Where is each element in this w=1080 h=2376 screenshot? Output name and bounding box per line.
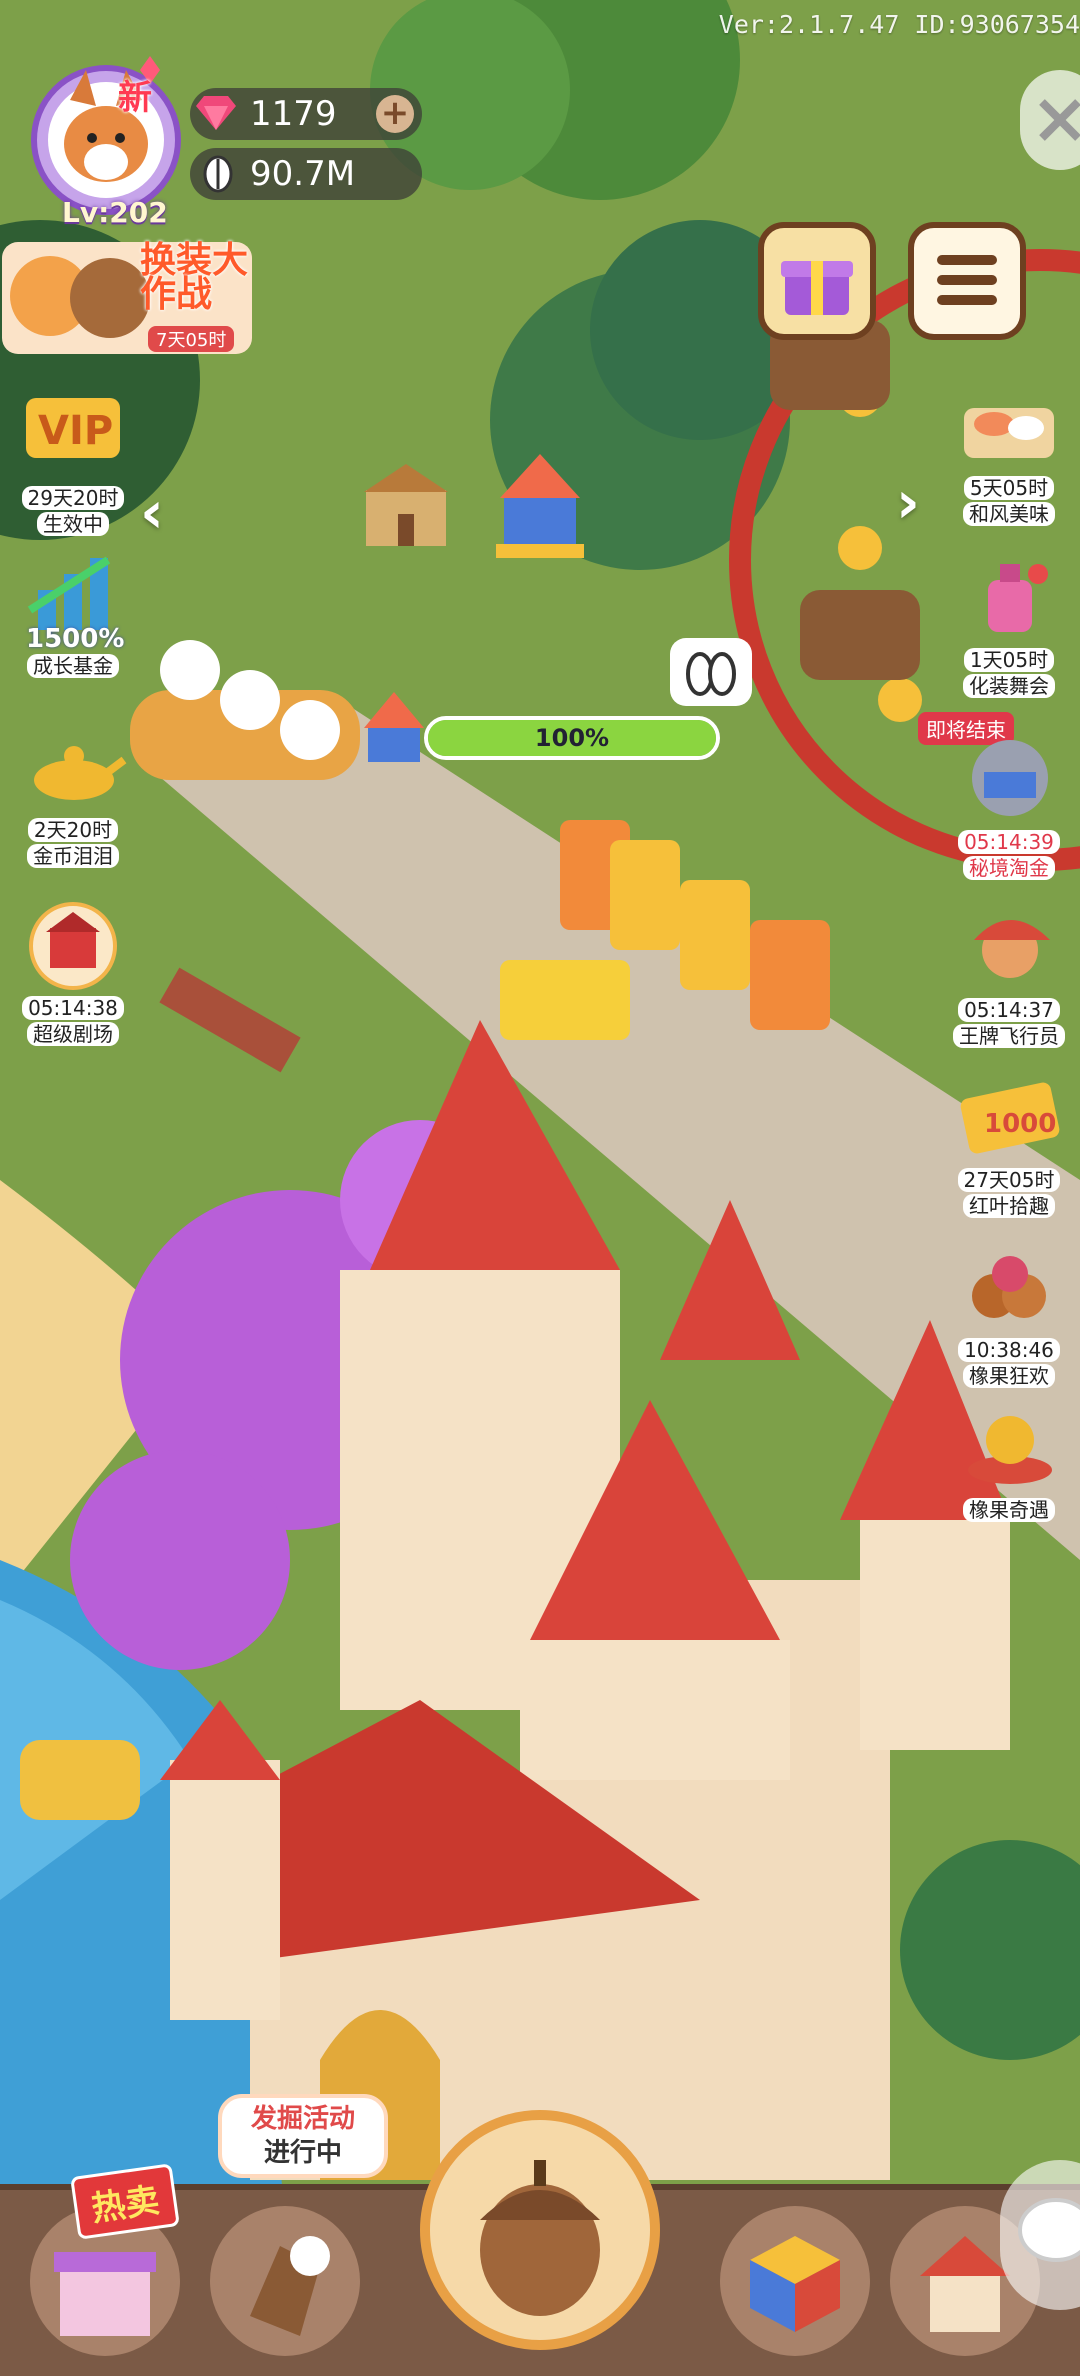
dig-button[interactable] xyxy=(210,2206,360,2356)
sushi-icon xyxy=(964,408,1054,458)
close-button[interactable] xyxy=(1020,70,1080,170)
treasure-cart-icon xyxy=(972,740,1048,816)
side-btn-acorn-carnival[interactable]: 10:38:46 橡果狂欢 xyxy=(950,1240,1068,1388)
side-btn-growth-fund[interactable]: 1500% 成长基金 xyxy=(14,550,132,678)
side-btn-makeup[interactable]: 1天05时 化装舞会 xyxy=(950,550,1068,698)
build-progress-bar: 100% xyxy=(424,716,720,760)
secret-treasure-timer: 05:14:39 xyxy=(958,830,1060,854)
carousel-progress-icon xyxy=(364,692,424,762)
side-btn-gold-lamp[interactable]: 2天20时 金币泪泪 xyxy=(14,720,132,868)
ace-flyer-timer: 05:14:37 xyxy=(958,998,1060,1022)
red-leaves-label: 红叶拾趣 xyxy=(963,1194,1055,1218)
scroll-right-arrow[interactable]: › xyxy=(896,468,920,536)
fox-avatar-icon xyxy=(31,56,181,215)
gem-count: 1179 xyxy=(250,94,337,134)
svg-text:1000: 1000 xyxy=(984,1109,1056,1139)
svg-text:VIP: VIP xyxy=(38,408,113,454)
dig-bubble-subtitle: 进行中 xyxy=(263,2138,342,2168)
acorn-main-button[interactable] xyxy=(420,2110,660,2350)
red-leaves-timer: 27天05时 xyxy=(957,1168,1061,1192)
gift-icon xyxy=(781,261,853,315)
acorn-carnival-label: 橡果狂欢 xyxy=(963,1364,1055,1388)
seed-counter: 90.7M xyxy=(190,148,422,200)
game-scene[interactable]: Ver:2.1.7.47 ID:93067354 新 Lv:202 1179 + xyxy=(0,0,1080,2376)
side-btn-red-leaves[interactable]: 1000 27天05时 红叶拾趣 xyxy=(950,1070,1068,1218)
dig-bubble-title: 发掘活动 xyxy=(250,2104,355,2134)
dig-hand-icon xyxy=(250,2236,330,2336)
side-btn-acorn-encounter[interactable]: 橡果奇遇 xyxy=(950,1400,1068,1522)
vip-icon: VIP xyxy=(26,398,120,458)
school-building-icon[interactable] xyxy=(360,460,452,550)
seed-count: 90.7M xyxy=(250,154,356,194)
version-label: Ver:2.1.7.47 ID:93067354 xyxy=(718,10,1080,39)
dig-event-bubble: 发掘活动 进行中 xyxy=(218,2094,388,2178)
menu-icon xyxy=(937,255,997,305)
build-progress-label: 100% xyxy=(534,724,610,752)
japanese-food-timer: 5天05时 xyxy=(963,476,1055,500)
growth-fund-badge: 1500% xyxy=(26,624,125,654)
seed-collect-icon[interactable] xyxy=(668,636,754,712)
side-btn-vip[interactable]: VIP 29天20时 生效中 xyxy=(14,388,132,536)
scroll-left-arrow[interactable]: ‹ xyxy=(140,478,164,546)
makeup-timer: 1天05时 xyxy=(963,648,1055,672)
costume-event-banner[interactable]: 换装大作战 7天05时 xyxy=(0,236,262,360)
side-btn-super-theater[interactable]: 05:14:38 超级剧场 xyxy=(14,898,132,1046)
add-gems-button[interactable]: + xyxy=(376,95,414,133)
gem-icon xyxy=(196,96,236,130)
super-theater-label: 超级剧场 xyxy=(27,1022,119,1046)
side-btn-japanese-food[interactable]: 5天05时 和风美味 xyxy=(950,378,1068,526)
acorn-encounter-label: 橡果奇遇 xyxy=(963,1498,1055,1522)
close-icon xyxy=(1039,99,1080,141)
side-btn-secret-treasure[interactable]: 05:14:39 秘境淘金 xyxy=(950,732,1068,880)
carousel-building-icon[interactable] xyxy=(490,448,590,564)
pilot-icon xyxy=(974,920,1050,978)
ace-flyer-label: 王牌飞行员 xyxy=(953,1024,1065,1048)
player-avatar[interactable] xyxy=(20,40,195,220)
gem-counter: 1179 + xyxy=(190,88,422,140)
acorn-cushion-icon xyxy=(968,1416,1052,1484)
japanese-food-label: 和风美味 xyxy=(963,502,1055,526)
costume-event-timer: 7天05时 xyxy=(148,326,235,352)
gold-lamp-label: 金币泪泪 xyxy=(27,844,119,868)
theater-icon xyxy=(29,902,117,990)
acorn-icon xyxy=(480,2160,600,2316)
acorn-pile-icon xyxy=(972,1256,1046,1318)
gift-button[interactable] xyxy=(758,222,876,340)
makeup-label: 化装舞会 xyxy=(963,674,1055,698)
magic-lamp-icon xyxy=(34,746,127,800)
cube-icon xyxy=(750,2236,840,2332)
new-tag: 新 xyxy=(118,78,152,118)
vip-timer: 29天20时 xyxy=(21,486,125,510)
super-theater-timer: 05:14:38 xyxy=(22,996,124,1020)
secret-treasure-label: 秘境淘金 xyxy=(963,856,1055,880)
seed-icon xyxy=(203,155,233,193)
side-btn-ace-flyer[interactable]: 05:14:37 王牌飞行员 xyxy=(950,900,1068,1048)
gold-lamp-timer: 2天20时 xyxy=(27,818,119,842)
costume-event-title: 换装大作战 xyxy=(140,240,249,315)
growth-fund-label: 成长基金 xyxy=(27,654,119,678)
vip-label: 生效中 xyxy=(37,512,109,536)
player-level: Lv:202 xyxy=(62,196,168,229)
cube-button[interactable] xyxy=(720,2206,870,2356)
menu-button[interactable] xyxy=(908,222,1026,340)
perfume-icon xyxy=(988,564,1048,632)
acorn-carnival-timer: 10:38:46 xyxy=(958,1338,1060,1362)
chat-bubble-icon xyxy=(1018,2198,1080,2262)
coupon-icon: 1000 xyxy=(960,1082,1060,1154)
